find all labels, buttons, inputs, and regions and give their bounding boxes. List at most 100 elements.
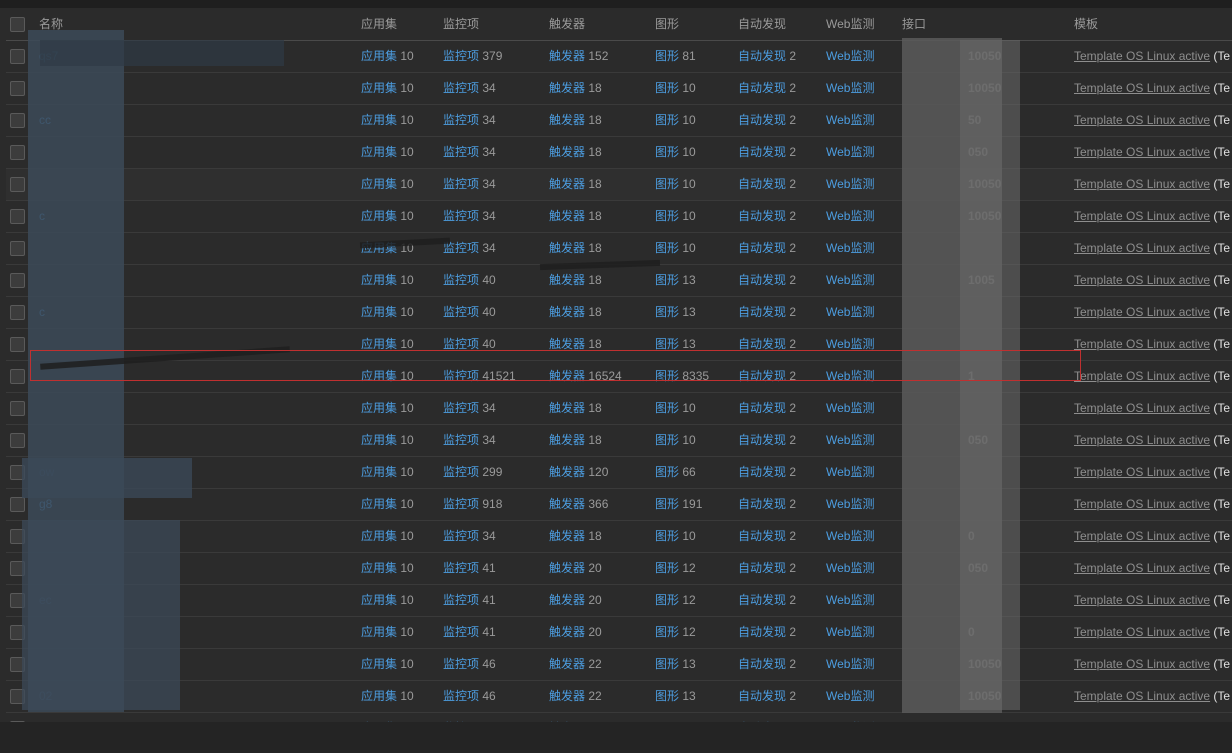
template-link[interactable]: Template OS Linux active bbox=[1074, 433, 1210, 447]
discovery-link[interactable]: 自动发现 bbox=[738, 657, 786, 671]
applications-link[interactable]: 应用集 bbox=[361, 561, 397, 575]
discovery-link[interactable]: 自动发现 bbox=[738, 625, 786, 639]
items-link[interactable]: 监控项 bbox=[443, 369, 479, 383]
row-checkbox[interactable] bbox=[10, 241, 25, 256]
web-link[interactable]: Web监测 bbox=[826, 305, 874, 319]
items-link[interactable]: 监控项 bbox=[443, 657, 479, 671]
graphs-link[interactable]: 图形 bbox=[655, 305, 679, 319]
graphs-link[interactable]: 图形 bbox=[655, 177, 679, 191]
items-link[interactable]: 监控项 bbox=[443, 337, 479, 351]
triggers-link[interactable]: 触发器 bbox=[549, 529, 585, 543]
select-all-checkbox[interactable] bbox=[10, 17, 25, 32]
web-link[interactable]: Web监测 bbox=[826, 497, 874, 511]
graphs-link[interactable]: 图形 bbox=[655, 657, 679, 671]
triggers-link[interactable]: 触发器 bbox=[549, 401, 585, 415]
template-link[interactable]: Template OS Linux active bbox=[1074, 177, 1210, 191]
items-link[interactable]: 监控项 bbox=[443, 593, 479, 607]
applications-link[interactable]: 应用集 bbox=[361, 401, 397, 415]
items-link[interactable]: 监控项 bbox=[443, 177, 479, 191]
template-link[interactable]: Template OS Linux active bbox=[1074, 625, 1210, 639]
triggers-link[interactable]: 触发器 bbox=[549, 625, 585, 639]
graphs-link[interactable]: 图形 bbox=[655, 625, 679, 639]
triggers-link[interactable]: 触发器 bbox=[549, 433, 585, 447]
discovery-link[interactable]: 自动发现 bbox=[738, 241, 786, 255]
discovery-link[interactable]: 自动发现 bbox=[738, 81, 786, 95]
web-link[interactable]: Web监测 bbox=[826, 689, 874, 703]
graphs-link[interactable]: 图形 bbox=[655, 497, 679, 511]
items-link[interactable]: 监控项 bbox=[443, 529, 479, 543]
web-link[interactable]: Web监测 bbox=[826, 401, 874, 415]
discovery-link[interactable]: 自动发现 bbox=[738, 337, 786, 351]
items-link[interactable]: 监控项 bbox=[443, 49, 479, 63]
row-checkbox[interactable] bbox=[10, 305, 25, 320]
items-link[interactable]: 监控项 bbox=[443, 465, 479, 479]
web-link[interactable]: Web监测 bbox=[826, 465, 874, 479]
graphs-link[interactable]: 图形 bbox=[655, 49, 679, 63]
applications-link[interactable]: 应用集 bbox=[361, 433, 397, 447]
web-link[interactable]: Web监测 bbox=[826, 273, 874, 287]
graphs-link[interactable]: 图形 bbox=[655, 465, 679, 479]
triggers-link[interactable]: 触发器 bbox=[549, 593, 585, 607]
discovery-link[interactable]: 自动发现 bbox=[738, 113, 786, 127]
web-link[interactable]: Web监测 bbox=[826, 241, 874, 255]
discovery-link[interactable]: 自动发现 bbox=[738, 561, 786, 575]
items-link[interactable]: 监控项 bbox=[443, 433, 479, 447]
web-link[interactable]: Web监测 bbox=[826, 625, 874, 639]
graphs-link[interactable]: 图形 bbox=[655, 81, 679, 95]
web-link[interactable]: Web监测 bbox=[826, 657, 874, 671]
applications-link[interactable]: 应用集 bbox=[361, 529, 397, 543]
row-checkbox[interactable] bbox=[10, 49, 25, 64]
web-link[interactable]: Web监测 bbox=[826, 81, 874, 95]
applications-link[interactable]: 应用集 bbox=[361, 369, 397, 383]
row-checkbox[interactable] bbox=[10, 337, 25, 352]
triggers-link[interactable]: 触发器 bbox=[549, 273, 585, 287]
applications-link[interactable]: 应用集 bbox=[361, 145, 397, 159]
template-link[interactable]: Template OS Linux active bbox=[1074, 561, 1210, 575]
triggers-link[interactable]: 触发器 bbox=[549, 465, 585, 479]
graphs-link[interactable]: 图形 bbox=[655, 561, 679, 575]
row-checkbox[interactable] bbox=[10, 433, 25, 448]
template-link[interactable]: Template OS Linux active bbox=[1074, 337, 1210, 351]
applications-link[interactable]: 应用集 bbox=[361, 689, 397, 703]
triggers-link[interactable]: 触发器 bbox=[549, 49, 585, 63]
graphs-link[interactable]: 图形 bbox=[655, 241, 679, 255]
applications-link[interactable]: 应用集 bbox=[361, 497, 397, 511]
items-link[interactable]: 监控项 bbox=[443, 689, 479, 703]
applications-link[interactable]: 应用集 bbox=[361, 305, 397, 319]
template-link[interactable]: Template OS Linux active bbox=[1074, 401, 1210, 415]
template-link[interactable]: Template OS Linux active bbox=[1074, 689, 1210, 703]
items-link[interactable]: 监控项 bbox=[443, 209, 479, 223]
triggers-link[interactable]: 触发器 bbox=[549, 241, 585, 255]
applications-link[interactable]: 应用集 bbox=[361, 177, 397, 191]
triggers-link[interactable]: 触发器 bbox=[549, 305, 585, 319]
template-link[interactable]: Template OS Linux active bbox=[1074, 465, 1210, 479]
triggers-link[interactable]: 触发器 bbox=[549, 177, 585, 191]
discovery-link[interactable]: 自动发现 bbox=[738, 209, 786, 223]
graphs-link[interactable]: 图形 bbox=[655, 145, 679, 159]
template-link[interactable]: Template OS Linux active bbox=[1074, 657, 1210, 671]
web-link[interactable]: Web监测 bbox=[826, 145, 874, 159]
graphs-link[interactable]: 图形 bbox=[655, 369, 679, 383]
discovery-link[interactable]: 自动发现 bbox=[738, 497, 786, 511]
items-link[interactable]: 监控项 bbox=[443, 401, 479, 415]
row-checkbox[interactable] bbox=[10, 177, 25, 192]
items-link[interactable]: 监控项 bbox=[443, 561, 479, 575]
applications-link[interactable]: 应用集 bbox=[361, 273, 397, 287]
web-link[interactable]: Web监测 bbox=[826, 209, 874, 223]
web-link[interactable]: Web监测 bbox=[826, 561, 874, 575]
applications-link[interactable]: 应用集 bbox=[361, 113, 397, 127]
applications-link[interactable]: 应用集 bbox=[361, 465, 397, 479]
web-link[interactable]: Web监测 bbox=[826, 529, 874, 543]
web-link[interactable]: Web监测 bbox=[826, 113, 874, 127]
triggers-link[interactable]: 触发器 bbox=[549, 689, 585, 703]
items-link[interactable]: 监控项 bbox=[443, 81, 479, 95]
items-link[interactable]: 监控项 bbox=[443, 273, 479, 287]
items-link[interactable]: 监控项 bbox=[443, 113, 479, 127]
applications-link[interactable]: 应用集 bbox=[361, 593, 397, 607]
row-checkbox[interactable] bbox=[10, 113, 25, 128]
web-link[interactable]: Web监测 bbox=[826, 177, 874, 191]
items-link[interactable]: 监控项 bbox=[443, 305, 479, 319]
graphs-link[interactable]: 图形 bbox=[655, 113, 679, 127]
graphs-link[interactable]: 图形 bbox=[655, 689, 679, 703]
discovery-link[interactable]: 自动发现 bbox=[738, 177, 786, 191]
